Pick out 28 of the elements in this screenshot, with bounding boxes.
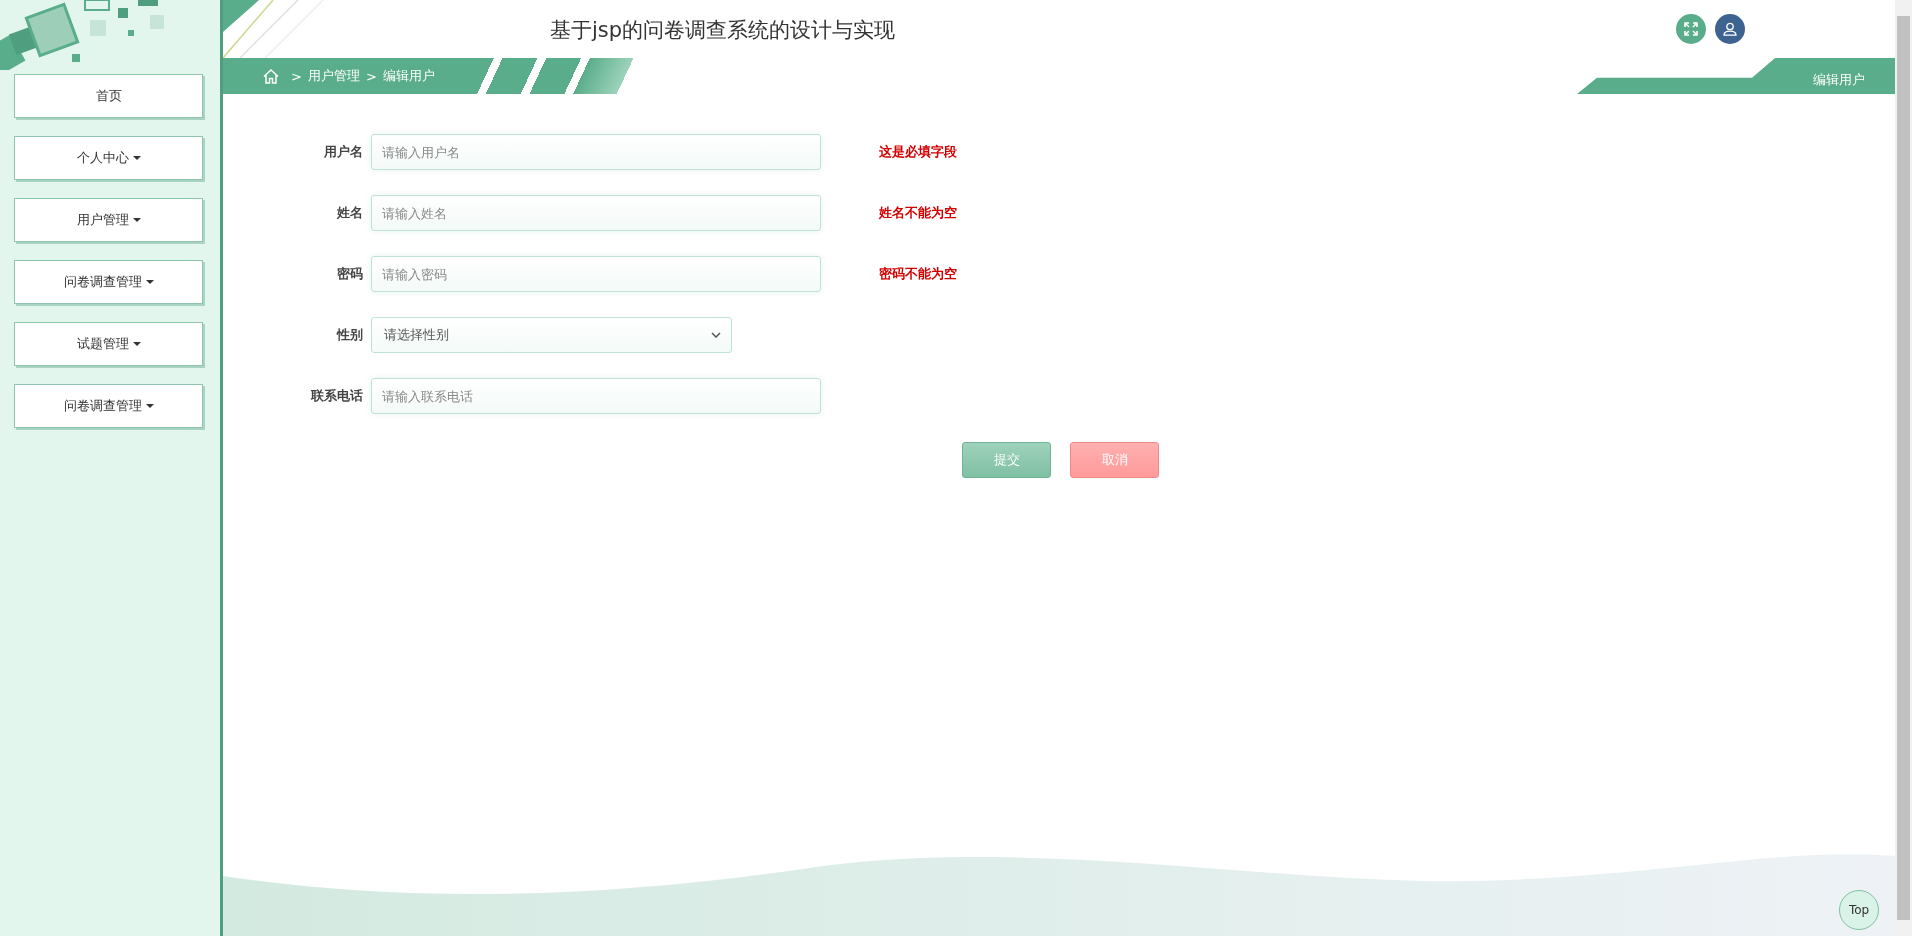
field-label: 密码 xyxy=(336,265,363,283)
page-tag: 编辑用户 xyxy=(1577,58,1895,94)
input-field[interactable]: 请输入联系电话 xyxy=(371,378,821,414)
error-message: 姓名不能为空 xyxy=(878,204,958,222)
error-message: 密码不能为空 xyxy=(878,265,958,283)
field-label: 用户名 xyxy=(323,143,363,161)
sidebar-menu-item[interactable]: 用户管理 xyxy=(14,198,203,242)
user-icon[interactable] xyxy=(1715,14,1745,44)
sidebar-menu-item[interactable]: 试题管理 xyxy=(14,322,203,366)
select-field[interactable]: 请选择性别 xyxy=(371,317,732,353)
breadcrumb-separator: > xyxy=(365,68,377,84)
chevron-down-icon[interactable] xyxy=(711,332,721,338)
breadcrumb-separator: > xyxy=(291,68,302,84)
input-field[interactable]: 请输入密码 xyxy=(371,256,821,292)
page-title: 基于jsp的问卷调查系统的设计与实现 xyxy=(550,17,896,44)
error-message: 这是必填字段 xyxy=(878,143,958,161)
sidebar-menu-item[interactable]: 首页 xyxy=(14,74,203,118)
sidebar-menu-item[interactable]: 问卷调查管理 xyxy=(14,260,203,304)
fullscreen-icon[interactable] xyxy=(1676,14,1706,44)
scrollbar[interactable] xyxy=(1895,0,1912,936)
field-label: 联系电话 xyxy=(310,387,363,405)
input-field[interactable]: 请输入用户名 xyxy=(371,134,821,170)
field-label: 姓名 xyxy=(336,204,363,222)
field-label: 性别 xyxy=(335,326,363,344)
input-field[interactable]: 请输入姓名 xyxy=(371,195,821,231)
sidebar-menu-item[interactable]: 问卷调查管理 xyxy=(14,384,203,428)
home-icon[interactable] xyxy=(263,68,279,84)
sidebar-menu-item[interactable]: 个人中心 xyxy=(14,136,203,180)
